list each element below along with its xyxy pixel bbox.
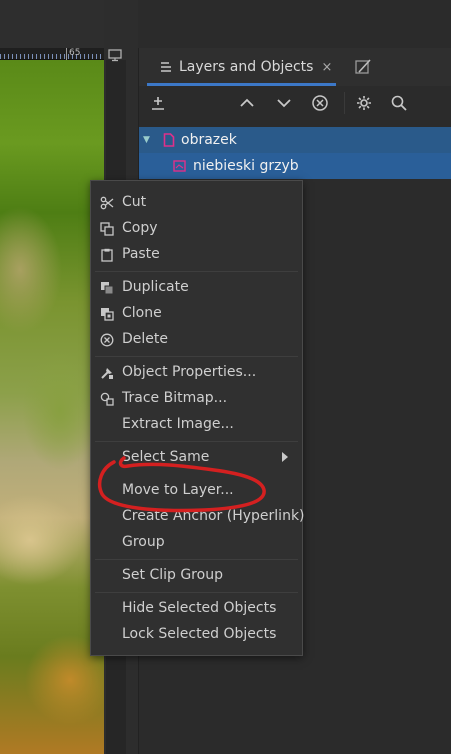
submenu-arrow-icon: [282, 452, 288, 462]
menu-separator: [95, 559, 298, 560]
tab-label: Layers and Objects: [179, 59, 314, 75]
close-tab-button[interactable]: ×: [321, 60, 332, 75]
trace-bitmap-icon: [100, 392, 114, 406]
layer-icon: [163, 133, 175, 147]
object-properties-icon: [101, 368, 113, 379]
menu-item-label: Object Properties...: [122, 364, 257, 380]
raise-icon[interactable]: [238, 94, 256, 112]
display-mode-icon[interactable]: [107, 48, 123, 62]
menu-item-label: Select Same: [122, 449, 210, 465]
menu-item-clone[interactable]: Clone: [91, 301, 302, 327]
menu-item-copy[interactable]: Copy: [91, 216, 302, 242]
layer-row-obrazek[interactable]: ▼ obrazek: [139, 127, 451, 153]
remove-icon[interactable]: [311, 94, 329, 112]
clone-icon: [101, 308, 114, 321]
copy-icon: [100, 222, 114, 236]
menu-item-delete[interactable]: Delete: [91, 327, 302, 353]
menu-item-create-anchor[interactable]: Create Anchor (Hyperlink): [91, 504, 305, 530]
menu-item-hide-selected-objects[interactable]: Hide Selected Objects: [91, 596, 302, 622]
image-object-icon: [173, 160, 186, 172]
layer-label: obrazek: [181, 132, 237, 148]
search-icon[interactable]: [390, 94, 408, 112]
paste-icon: [101, 248, 113, 262]
menu-item-label: Copy: [122, 220, 158, 236]
object-label: niebieski grzyb: [193, 158, 299, 174]
scissors-icon: [100, 196, 114, 210]
menu-item-lock-selected-objects[interactable]: Lock Selected Objects: [91, 622, 302, 648]
menu-item-label: Duplicate: [122, 279, 189, 295]
ruler-ticks: [0, 54, 104, 59]
ruler-label: 65: [69, 48, 81, 58]
menu-item-label: Trace Bitmap...: [122, 390, 228, 406]
collapse-arrow-icon[interactable]: ▼: [143, 135, 155, 145]
lower-icon[interactable]: [275, 94, 293, 112]
toolbar-separator: [344, 92, 345, 114]
menu-item-group[interactable]: Group: [91, 530, 302, 556]
menu-item-label: Group: [122, 534, 165, 550]
menu-item-label: Extract Image...: [122, 416, 234, 432]
canvas-top-bar: [0, 0, 104, 48]
delete-icon: [100, 333, 114, 347]
menu-separator: [95, 441, 298, 442]
menu-item-extract-image[interactable]: Extract Image...: [91, 412, 302, 438]
menu-item-move-to-layer[interactable]: Move to Layer...: [91, 478, 302, 504]
layers-icon: [161, 62, 171, 72]
duplicate-icon: [101, 282, 114, 295]
panel-tab-bar: Layers and Objects ×: [139, 48, 451, 86]
menu-item-label: Cut: [122, 194, 147, 210]
menu-item-cut[interactable]: Cut: [91, 190, 302, 216]
menu-separator: [95, 271, 298, 272]
ruler-major-tick: [66, 48, 67, 60]
layers-toolbar: [139, 86, 451, 120]
gear-icon[interactable]: [355, 94, 373, 112]
menu-item-label: Hide Selected Objects: [122, 600, 277, 616]
menu-item-label: Delete: [122, 331, 168, 347]
menu-item-label: Lock Selected Objects: [122, 626, 277, 642]
menu-item-label: Set Clip Group: [122, 567, 223, 583]
tab-layers-and-objects[interactable]: Layers and Objects ×: [147, 48, 336, 86]
horizontal-ruler: 65: [0, 48, 104, 60]
menu-item-select-same[interactable]: Select Same: [91, 445, 302, 471]
canvas-image[interactable]: [0, 60, 104, 754]
context-menu: Cut Copy Paste Duplicate Clone Delete Ob…: [90, 180, 305, 656]
menu-item-object-properties[interactable]: Object Properties...: [91, 360, 302, 386]
add-layer-icon[interactable]: [149, 94, 167, 112]
menu-item-paste[interactable]: Paste: [91, 242, 302, 268]
fill-stroke-tab-icon[interactable]: [353, 58, 373, 76]
menu-item-set-clip-group[interactable]: Set Clip Group: [91, 563, 302, 589]
menu-item-label: Create Anchor (Hyperlink): [122, 508, 305, 524]
canvas-area[interactable]: 65: [0, 0, 104, 754]
menu-item-duplicate[interactable]: Duplicate: [91, 275, 302, 301]
menu-item-label: Clone: [122, 305, 162, 321]
menu-separator: [95, 356, 298, 357]
menu-item-label: Move to Layer...: [122, 482, 234, 498]
menu-item-trace-bitmap[interactable]: Trace Bitmap...: [91, 386, 302, 412]
menu-item-label: Paste: [122, 246, 160, 262]
object-row-niebieski-grzyb[interactable]: niebieski grzyb: [139, 153, 451, 179]
menu-separator: [95, 592, 298, 593]
